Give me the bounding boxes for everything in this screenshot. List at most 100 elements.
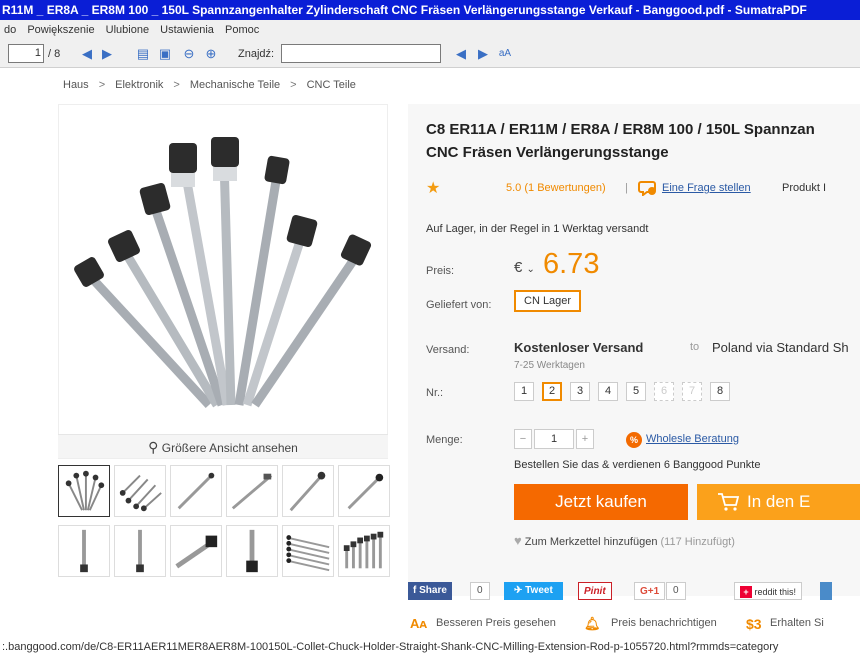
price-alert-link[interactable]: Preis benachrichtigen: [611, 617, 717, 629]
view-larger-button[interactable]: ⚲ Größere Ansicht ansehen: [58, 434, 388, 458]
thumbnail-5[interactable]: [282, 465, 334, 517]
tweet-button[interactable]: ✈ Tweet: [504, 582, 563, 600]
google-plus-button[interactable]: G+1: [634, 582, 666, 600]
find-prev-icon[interactable]: ◀: [452, 45, 470, 63]
menu-item-settings[interactable]: Ustawienia: [156, 20, 218, 40]
wholesale-link[interactable]: Wholesle Beratung: [646, 433, 739, 445]
option-5[interactable]: 5: [626, 382, 646, 401]
thumbnail-7[interactable]: [58, 525, 110, 577]
quantity-plus-button[interactable]: +: [576, 429, 594, 449]
add-to-cart-label: In den E: [747, 492, 811, 511]
option-8[interactable]: 8: [710, 382, 730, 401]
thumbnail-8[interactable]: [114, 525, 166, 577]
pinterest-button[interactable]: Pinit: [578, 582, 612, 600]
breadcrumb-home[interactable]: Haus: [63, 79, 89, 91]
font-size-icon: Aᴀ: [410, 616, 428, 631]
zoom-out-icon[interactable]: ⊖: [180, 45, 198, 63]
option-7-disabled: 7: [682, 382, 702, 401]
chevron-right-icon: >: [290, 79, 297, 91]
earn-link[interactable]: Erhalten Si: [770, 617, 824, 629]
quantity-label: Menge:: [426, 434, 463, 446]
wishlist-link[interactable]: ♥ Zum Merkzettel hinzufügen (117 Hinzufü…: [514, 533, 735, 548]
percent-icon: %: [626, 432, 642, 448]
option-4[interactable]: 4: [598, 382, 618, 401]
thumbnail-11[interactable]: [282, 525, 334, 577]
match-case-icon[interactable]: aA: [496, 45, 514, 63]
twitter-icon: ✈: [514, 585, 523, 596]
thumbnail-1[interactable]: [58, 465, 110, 517]
shipping-label: Versand:: [426, 344, 470, 356]
menu-item-help[interactable]: Pomoc: [221, 20, 263, 40]
product-title-line-1: C8 ER11A / ER11M / ER8A / ER8M 100 / 150…: [426, 121, 815, 138]
option-1[interactable]: 1: [514, 382, 534, 401]
cart-icon: [718, 493, 739, 511]
find-label: Znajdź:: [238, 48, 275, 60]
chevron-right-icon: >: [98, 79, 106, 91]
better-price-link[interactable]: Besseren Preis gesehen: [436, 617, 556, 629]
thumbnail-4[interactable]: [226, 465, 278, 517]
window-title: R11M _ ER8A _ ER8M 100 _ 150L Spannzange…: [0, 0, 860, 20]
star-icon: ★: [426, 180, 441, 197]
thumbnail-3[interactable]: [170, 465, 222, 517]
zoom-in-icon[interactable]: ⊕: [202, 45, 220, 63]
buy-now-button[interactable]: Jetzt kaufen: [514, 484, 688, 520]
reddit-icon: +: [740, 586, 752, 598]
shipping-method[interactable]: Kostenloser Versand: [514, 340, 643, 355]
option-3[interactable]: 3: [570, 382, 590, 401]
main-product-image[interactable]: [58, 104, 388, 459]
option-2-selected[interactable]: 2: [542, 382, 562, 401]
thumbnail-9[interactable]: [170, 525, 222, 577]
fit-width-icon[interactable]: ▣: [156, 45, 174, 63]
menu-item-zoom[interactable]: Powiększenie: [23, 20, 98, 40]
breadcrumb-cnc-parts[interactable]: CNC Teile: [307, 79, 356, 91]
facebook-icon: f: [413, 585, 417, 596]
add-to-cart-button[interactable]: In den E: [697, 484, 860, 520]
product-title-line-2: CNC Fräsen Verlängerungsstange: [426, 144, 669, 161]
collet-rods-photo: [74, 137, 372, 409]
currency-selector[interactable]: € ⌄: [514, 259, 535, 276]
rating-score[interactable]: 5.0 (1 Bewertungen): [506, 182, 606, 194]
menu-item-favorites[interactable]: Ulubione: [102, 20, 153, 40]
google-plus-count: 0: [666, 582, 686, 600]
shipping-to: to: [690, 341, 700, 353]
thumbnail-10[interactable]: [226, 525, 278, 577]
product-title: C8 ER11A / ER11M / ER8A / ER8M 100 / 150…: [426, 118, 858, 164]
facebook-count: 0: [470, 582, 490, 600]
breadcrumb: Haus > Elektronik > Mechanische Teile > CNC Te…: [63, 79, 356, 91]
price-label: Preis:: [426, 265, 455, 277]
chevron-down-icon: ⌄: [526, 264, 535, 275]
menu-bar: do Powiększenie Ulubione Ustawienia Pomo…: [0, 20, 860, 40]
quantity-minus-button[interactable]: −: [514, 429, 532, 449]
quantity-input[interactable]: 1: [534, 429, 574, 449]
wishlist-label: Zum Merkzettel hinzufügen: [524, 536, 658, 548]
view-larger-label: Größere Ansicht ansehen: [161, 441, 298, 455]
shipping-destination[interactable]: Poland via Standard Sh: [712, 340, 849, 355]
promo-row: Aᴀ Besseren Preis gesehen 🔔︎ Preis benac…: [408, 616, 860, 636]
thumbnail-6[interactable]: [338, 465, 390, 517]
page-number-input[interactable]: 1: [8, 44, 44, 63]
next-page-icon[interactable]: ▶: [98, 45, 116, 63]
reddit-button[interactable]: + reddit this!: [734, 582, 803, 600]
find-next-icon[interactable]: ▶: [474, 45, 492, 63]
menu-item-file[interactable]: do: [0, 20, 20, 40]
prev-page-icon[interactable]: ◀: [78, 45, 96, 63]
price-value: 6.73: [543, 248, 600, 280]
ask-question-link[interactable]: Eine Frage stellen: [662, 182, 751, 194]
breadcrumb-electronics[interactable]: Elektronik: [115, 79, 163, 91]
points-info: Bestellen Sie das & verdienen 6 Banggood…: [514, 459, 761, 471]
page-content: Haus > Elektronik > Mechanische Teile > CNC Te…: [0, 68, 860, 638]
stock-status: Auf Lager, in der Regel in 1 Werktag ver…: [426, 223, 649, 235]
nr-label: Nr.:: [426, 387, 444, 399]
warehouse-option[interactable]: CN Lager: [514, 290, 582, 312]
toolbar: 1 / 8 ◀ ▶ ▤ ▣ ⊖ ⊕ Znajdź: ◀ ▶ aA: [0, 40, 860, 68]
fit-page-icon[interactable]: ▤: [134, 45, 152, 63]
thumbnail-12[interactable]: [338, 525, 390, 577]
chevron-right-icon: >: [173, 79, 180, 91]
vk-button[interactable]: [820, 582, 832, 600]
shipping-time: 7-25 Werktagen: [514, 360, 585, 371]
thumbnail-2[interactable]: [114, 465, 166, 517]
facebook-share-button[interactable]: f Share: [408, 582, 452, 600]
breadcrumb-mechanical-parts[interactable]: Mechanische Teile: [190, 79, 280, 91]
status-bar-url: :.banggood.com/de/C8-ER11AER11MER8AER8M-…: [0, 638, 860, 670]
find-input[interactable]: [281, 44, 441, 63]
